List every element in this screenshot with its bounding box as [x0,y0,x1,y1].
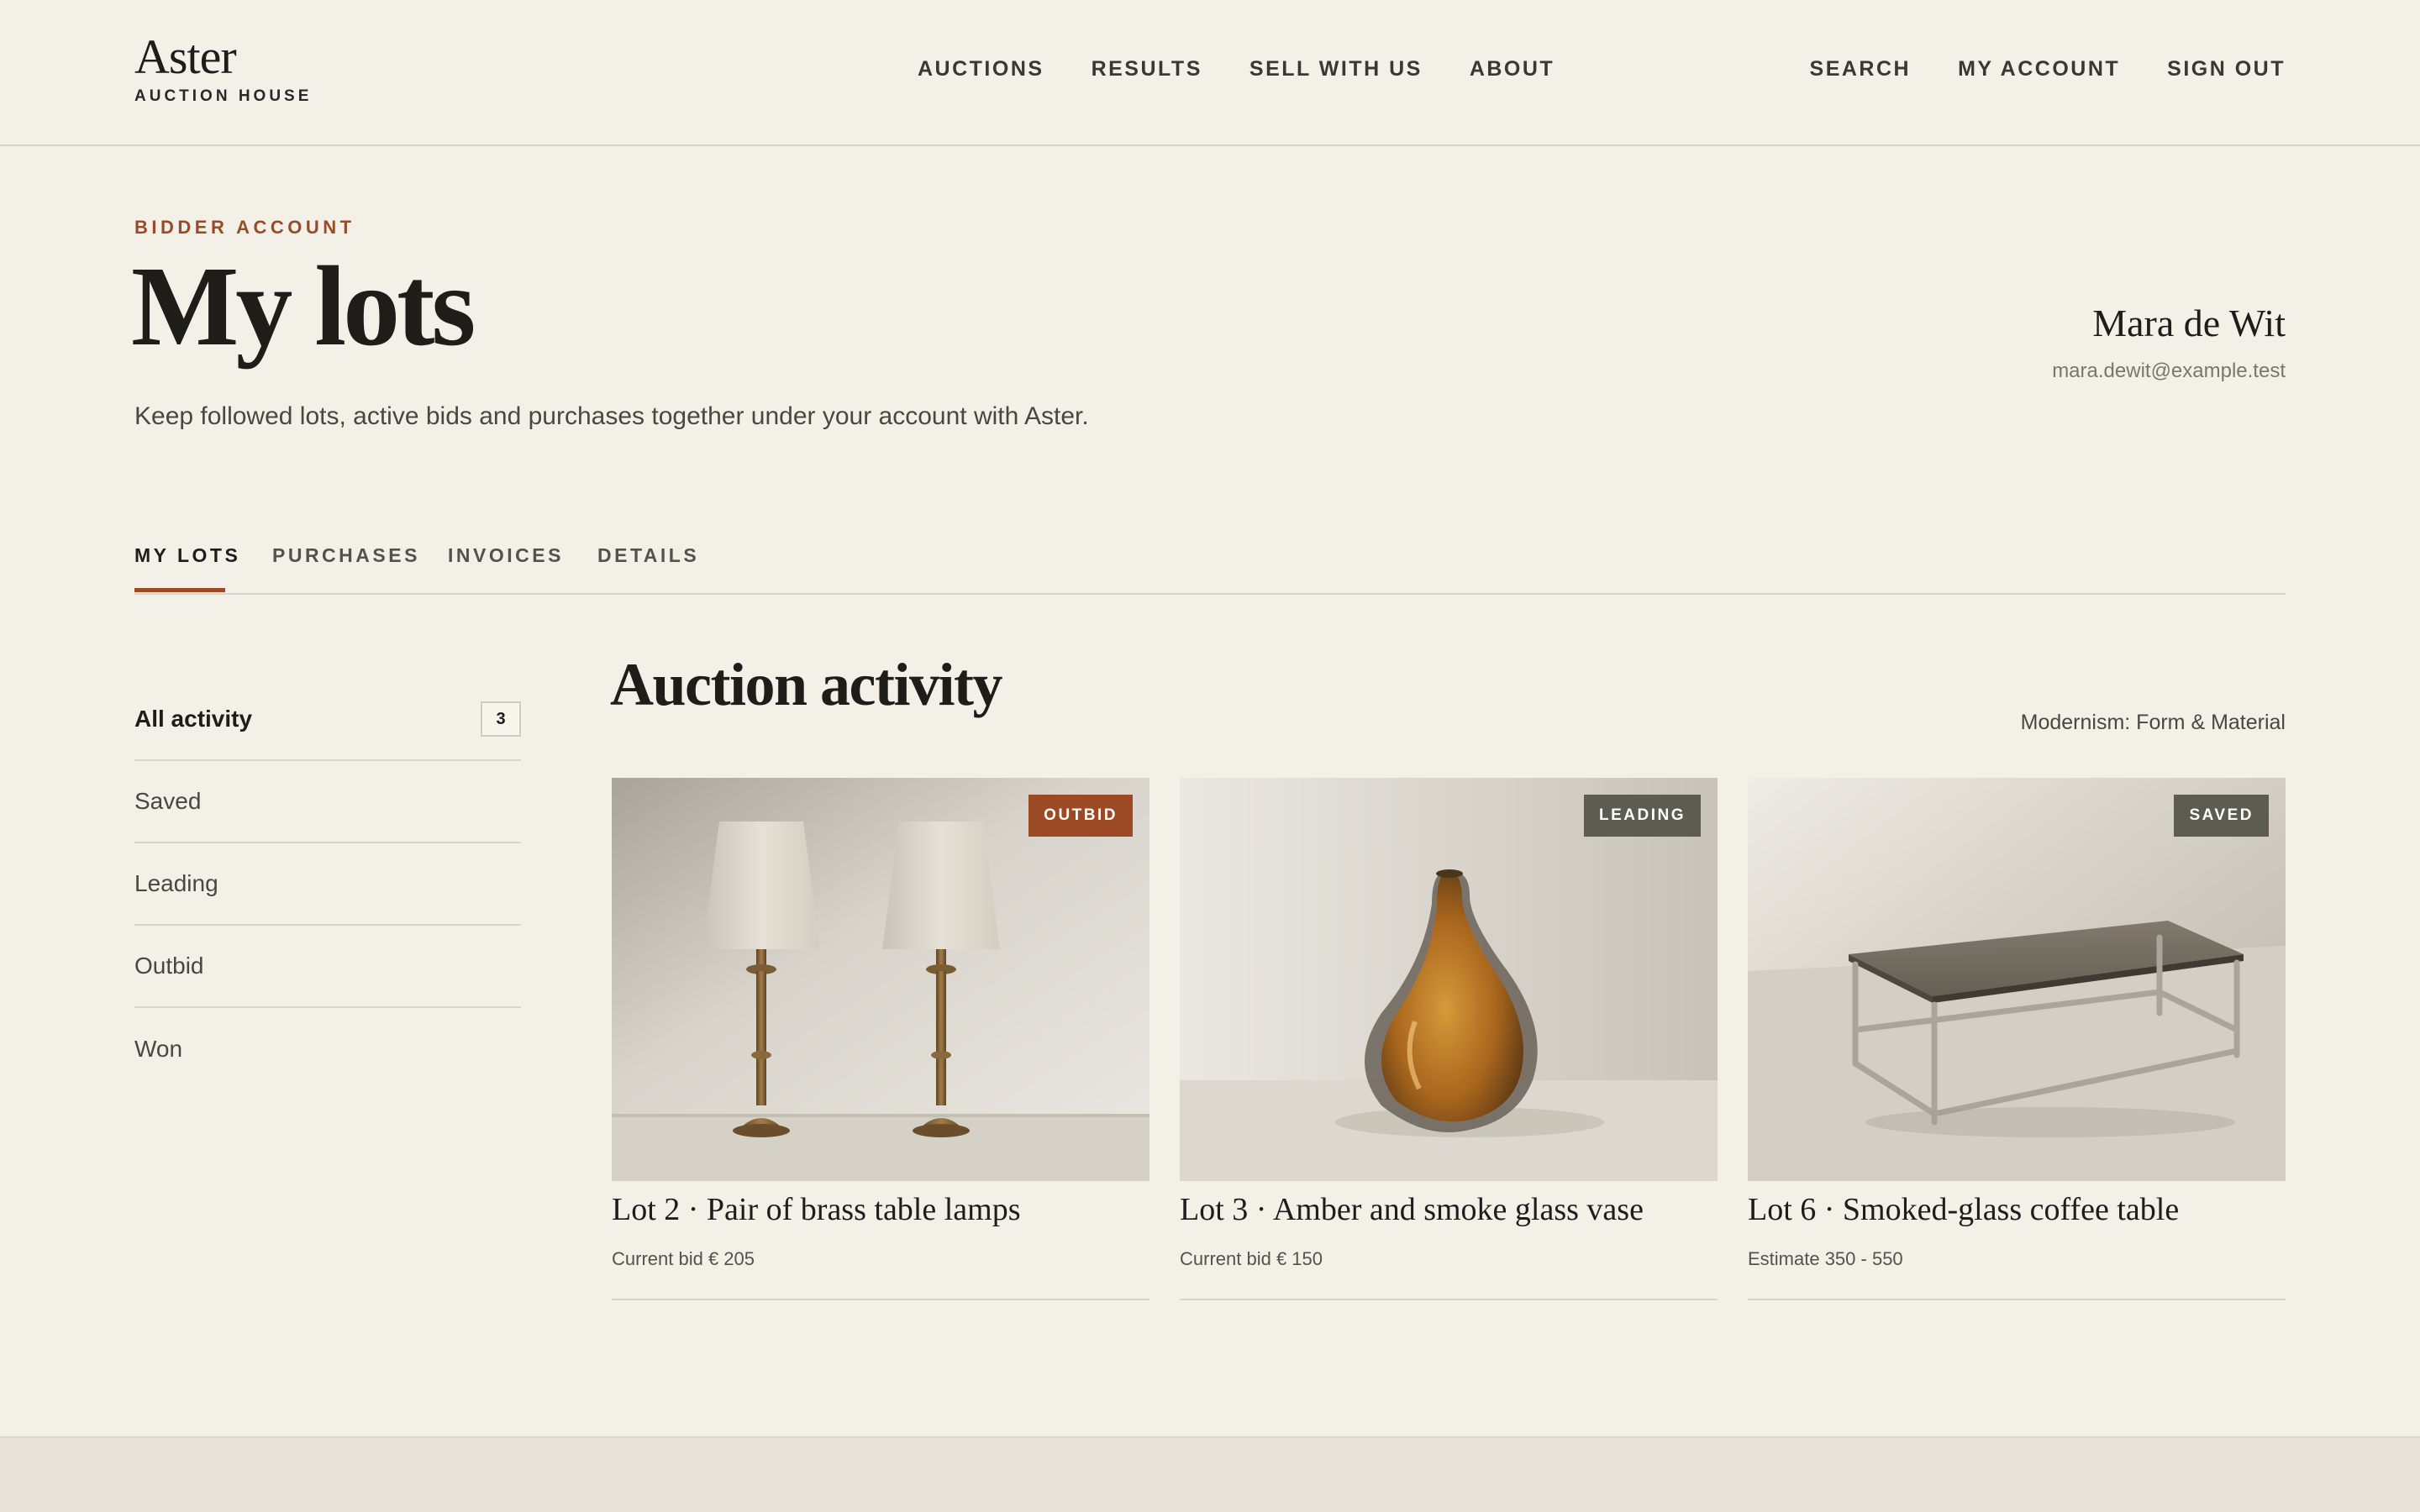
lot-title[interactable]: Lot 2 · Pair of brass table lamps [612,1191,1021,1228]
filter-label: Leading [134,870,218,896]
lot-card[interactable]: OUTBID Lot 2 · Pair of brass table lamps… [612,778,1150,1300]
nav-sell-with-us[interactable]: SELL WITH US [1249,57,1423,81]
filter-leading[interactable]: Leading [134,843,521,926]
nav-auctions[interactable]: AUCTIONS [918,57,1044,81]
status-badge: SAVED [2174,795,2269,837]
coffee-table-image[interactable]: SAVED [1748,778,2286,1181]
active-tab-indicator [134,588,225,592]
nav-about[interactable]: ABOUT [1470,57,1555,81]
logo-subtitle: AUCTION HOUSE [134,87,313,105]
auction-name[interactable]: Modernism: Form & Material [2021,711,2286,735]
filter-won[interactable]: Won [134,1008,521,1090]
amber-vase-image[interactable]: LEADING [1180,778,1718,1181]
tab-purchases[interactable]: PURCHASES [272,544,420,567]
page-eyebrow: BIDDER ACCOUNT [134,217,355,238]
site-footer [0,1436,2420,1512]
filter-outbid[interactable]: Outbid [134,926,521,1008]
account-nav: SEARCH MY ACCOUNT SIGN OUT [1810,57,2286,81]
nav-my-account[interactable]: MY ACCOUNT [1958,57,2120,81]
nav-results[interactable]: RESULTS [1092,57,1202,81]
status-badge: LEADING [1584,795,1701,837]
filter-label: Outbid [134,953,204,979]
lot-current-bid: Current bid € 205 [612,1248,755,1269]
page-intro: Keep followed lots, active bids and purc… [134,402,1089,430]
tab-invoices[interactable]: INVOICES [448,544,564,567]
section-title: Auction activity [610,651,1002,718]
count-badge: 3 [481,701,521,737]
user-name: Mara de Wit [2092,302,2286,344]
filter-label: Saved [134,788,202,814]
lot-card[interactable]: LEADING Lot 3 · Amber and smoke glass va… [1180,778,1718,1300]
lot-current-bid: Current bid € 150 [1180,1248,1323,1269]
lot-card[interactable]: SAVED Lot 6 · Smoked-glass coffee table … [1748,778,2286,1300]
lot-estimate: Estimate 350 - 550 [1748,1248,1903,1269]
filter-label: All activity [134,706,253,732]
account-tabs: MY LOTS PURCHASES INVOICES DETAILS [134,521,2286,595]
main-nav: AUCTIONS RESULTS SELL WITH US ABOUT [918,57,1555,81]
site-header: Aster AUCTION HOUSE AUCTIONS RESULTS SEL… [0,0,2420,146]
nav-sign-out[interactable]: SIGN OUT [2167,57,2286,81]
user-email: mara.dewit@example.test [2052,360,2286,382]
tab-my-lots[interactable]: MY LOTS [134,544,240,567]
nav-search[interactable]: SEARCH [1810,57,1912,81]
filter-label: Won [134,1036,183,1062]
activity-filter-sidebar: All activity 3 Saved Leading Outbid Won [134,679,521,1090]
brass-lamps-image[interactable]: OUTBID [612,778,1150,1181]
status-badge: OUTBID [1028,795,1133,837]
logo-name: Aster [134,29,237,84]
logo[interactable]: Aster AUCTION HOUSE [134,32,312,106]
lot-title[interactable]: Lot 3 · Amber and smoke glass vase [1180,1191,1644,1228]
filter-saved[interactable]: Saved [134,761,521,843]
page-title: My lots [131,244,476,370]
filter-all-activity[interactable]: All activity 3 [134,679,521,761]
tab-details[interactable]: DETAILS [597,544,699,567]
lot-title[interactable]: Lot 6 · Smoked-glass coffee table [1748,1191,2179,1228]
